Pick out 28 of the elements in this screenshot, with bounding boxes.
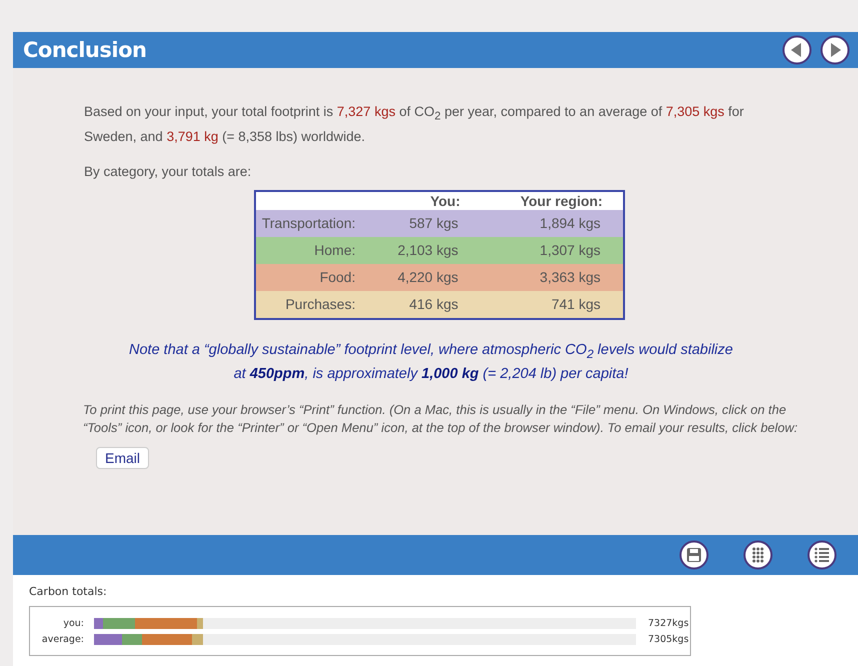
column-header: You: bbox=[366, 190, 480, 210]
totals-title: Carbon totals: bbox=[29, 585, 108, 598]
page-title: Conclusion bbox=[23, 38, 148, 62]
table-cell: 587 kgs bbox=[366, 210, 480, 237]
table-cell: Home: bbox=[254, 236, 366, 264]
bar-reading: 7327kgs bbox=[648, 618, 689, 628]
bar-label: you: bbox=[62, 618, 85, 628]
category-intro: By category, your totals are: bbox=[84, 162, 252, 181]
table-cell: 2,103 kgs bbox=[366, 236, 480, 264]
summary-text: Based on your input, your total footprint is 7,327 kgs of CO$_{2}$ per year, compared to an average of 7,305 kgs for Sweden, and 3,791 kg (= 8,358 lbs) worldwide. bbox=[84, 103, 745, 146]
column-header: Your region: bbox=[480, 190, 624, 210]
table-cell: 4,220 kgs bbox=[366, 264, 480, 291]
bar-label: average: bbox=[40, 634, 85, 644]
table-cell: Transportation: bbox=[254, 210, 366, 237]
table-cell: Purchases: bbox=[254, 290, 366, 319]
table-cell: 416 kgs bbox=[366, 290, 480, 319]
print-instructions: To print this page, use your browser’s “Print” function. (On a Mac, this is usually in the “File” menu. On Windows, click on the “Tools” icon, or look for the “Printer” or “Open Menu” icon, at the top of the browser window). To email your results, click below: bbox=[83, 400, 799, 437]
email-button[interactable]: Email bbox=[96, 446, 150, 469]
table-cell: 741 kgs bbox=[480, 290, 624, 319]
grid-icon[interactable] bbox=[743, 540, 773, 570]
table-cell: 1,307 kgs bbox=[480, 236, 624, 264]
list-icon[interactable] bbox=[807, 540, 837, 570]
table-cell: 1,894 kgs bbox=[480, 210, 624, 237]
table-cell: Food: bbox=[254, 264, 366, 291]
sustainability-note: Note that a “globally sustainable” footprint level, where atmospheric CO$_{2}$ levels would stabilize at 450ppm, is approximately 1,000 kg (= 2,204 lb) per capita! bbox=[128, 340, 734, 384]
save-icon[interactable] bbox=[679, 540, 709, 570]
table-cell: 3,363 kgs bbox=[480, 264, 624, 291]
bar-reading: 7305kgs bbox=[648, 634, 689, 644]
